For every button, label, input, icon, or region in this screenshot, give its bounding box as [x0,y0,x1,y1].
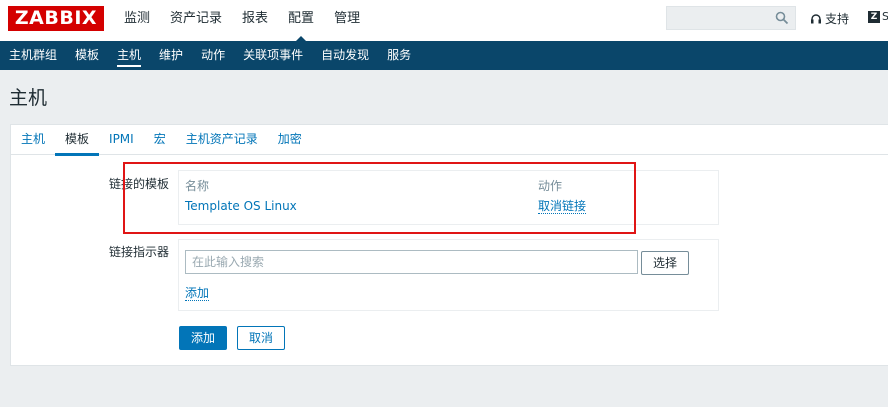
global-search-input[interactable] [666,6,796,30]
menu-item-monitoring[interactable]: 监测 [114,0,160,41]
form-tabs: 主机 模板 IPMI 宏 主机资产记录 加密 [11,125,888,156]
subnav-item-maintenance[interactable]: 维护 [150,41,192,70]
menu-item-reports[interactable]: 报表 [232,0,278,41]
share-link[interactable]: Z S [868,10,888,23]
zabbix-share-icon: Z [868,10,880,23]
tab-macros[interactable]: 宏 [144,125,176,155]
template-search-input[interactable]: 在此输入搜索 [185,250,638,274]
tab-host[interactable]: 主机 [11,125,55,155]
share-label: S [882,10,888,23]
add-button[interactable]: 添加 [179,326,227,350]
tab-encryption[interactable]: 加密 [268,125,312,155]
subnav-item-hosts[interactable]: 主机 [108,41,150,70]
page-title: 主机 [9,87,48,109]
subnav-item-services[interactable]: 服务 [378,41,420,70]
subnav-item-templates[interactable]: 模板 [66,41,108,70]
search-icon[interactable] [775,11,789,25]
menu-item-administration[interactable]: 管理 [324,0,370,41]
support-link[interactable]: 支持 [810,10,849,27]
sub-navigation: 主机群组 模板 主机 维护 动作 关联项事件 自动发现 服务 [0,41,888,70]
select-button[interactable]: 选择 [641,251,689,275]
subnav-item-host-groups[interactable]: 主机群组 [0,41,66,70]
subnav-item-discovery[interactable]: 自动发现 [312,41,378,70]
cancel-button[interactable]: 取消 [237,326,285,350]
top-header: ZABBIX 监测 资产记录 报表 配置 管理 支持 Z S [0,0,888,41]
add-link-button[interactable]: 添加 [185,286,210,301]
headset-icon [811,13,821,23]
main-menu: 监测 资产记录 报表 配置 管理 [114,0,370,41]
highlight-annotation-box [123,162,636,234]
subnav-item-event-correlation[interactable]: 关联项事件 [234,41,312,70]
tab-ipmi[interactable]: IPMI [99,125,144,155]
menu-item-inventory[interactable]: 资产记录 [160,0,232,41]
support-label: 支持 [825,12,850,26]
tab-templates[interactable]: 模板 [55,125,100,156]
zabbix-logo[interactable]: ZABBIX [8,6,104,31]
link-indicator-label: 链接指示器 [108,245,169,259]
menu-item-configuration[interactable]: 配置 [278,0,324,41]
subnav-item-actions[interactable]: 动作 [192,41,234,70]
tab-inventory[interactable]: 主机资产记录 [176,125,268,155]
